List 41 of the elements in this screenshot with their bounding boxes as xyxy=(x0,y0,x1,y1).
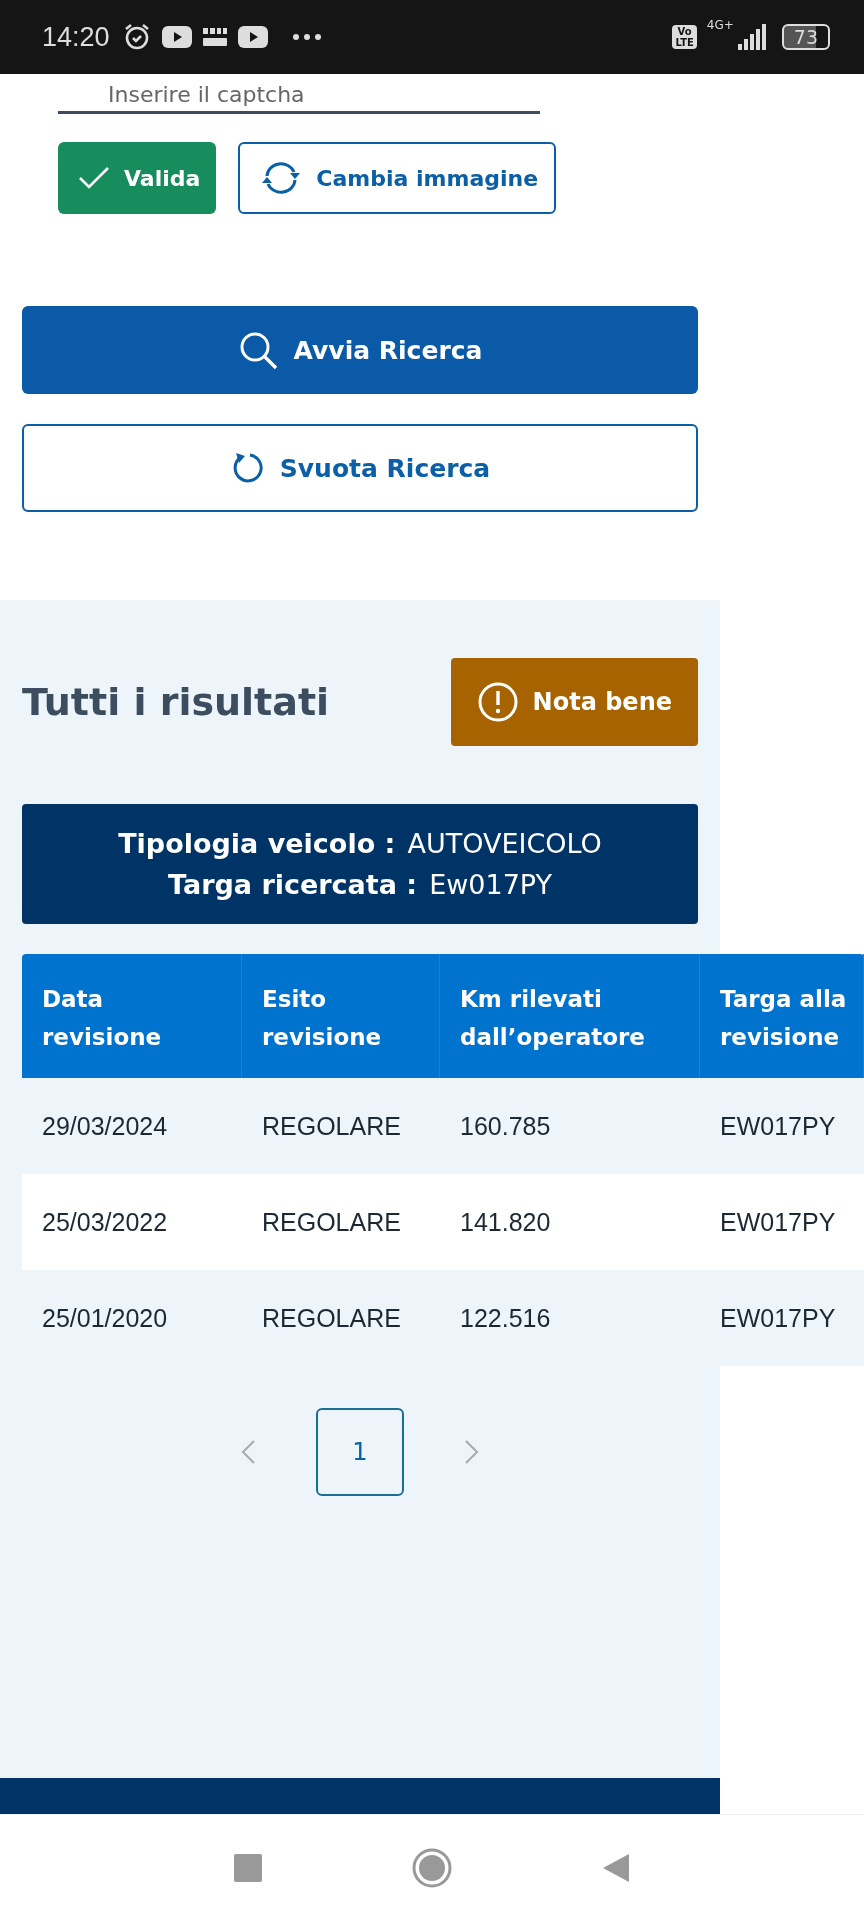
play-icon xyxy=(237,26,268,48)
captcha-field[interactable]: Inserire il captcha xyxy=(58,80,540,114)
signal-icon xyxy=(735,24,766,50)
previous-page-icon[interactable] xyxy=(240,1439,256,1465)
checkmark-icon xyxy=(78,166,110,190)
table-cell-text: EW017PY xyxy=(719,1206,837,1238)
table-cell-text: REGOLARE xyxy=(261,1302,402,1334)
battery-indicator: 73 xyxy=(781,24,830,50)
results-title: Tutti i risultati xyxy=(22,680,330,724)
refresh-icon xyxy=(260,161,303,195)
table-cell-text: 122.516 xyxy=(459,1302,552,1334)
info-value: Ew017PY xyxy=(429,869,552,900)
recent-apps-button[interactable] xyxy=(234,1853,262,1882)
table-cell-text: REGOLARE xyxy=(261,1110,402,1142)
info-value: AUTOVEICOLO xyxy=(407,828,602,859)
volte-badge: Vo LTE xyxy=(672,25,697,49)
info-label: Tipologia veicolo : xyxy=(118,828,396,859)
table-cell-text: EW017PY xyxy=(719,1302,837,1334)
reset-button[interactable]: Svuota Ricerca xyxy=(22,424,698,512)
table-cell-text: 29/03/2024 xyxy=(41,1110,169,1142)
home-button[interactable] xyxy=(412,1847,452,1888)
table-cell-text: 160.785 xyxy=(459,1110,552,1142)
search-button[interactable]: Avvia Ricerca xyxy=(22,306,698,394)
play-icon xyxy=(161,26,192,48)
table-cell-text: 25/03/2022 xyxy=(41,1206,169,1238)
app-icon xyxy=(201,26,228,48)
page-button[interactable]: 1 xyxy=(316,1408,404,1496)
back-button[interactable] xyxy=(602,1852,630,1883)
table-cell-text: EW017PY xyxy=(719,1110,837,1142)
clock: 14:20 xyxy=(42,21,110,53)
change-image-button[interactable]: Cambia immagine xyxy=(238,142,557,214)
network-type: 4G+ xyxy=(706,18,734,32)
more-icon xyxy=(291,33,322,41)
next-page-icon[interactable] xyxy=(464,1439,480,1465)
exclamation-icon xyxy=(476,681,519,723)
validate-button[interactable]: Valida xyxy=(58,142,217,214)
note-button[interactable]: Nota bene xyxy=(450,658,698,746)
info-label: Targa ricercata : xyxy=(168,869,418,900)
table-cell-text: 141.820 xyxy=(459,1206,552,1238)
table-cell-text: 25/01/2020 xyxy=(41,1302,169,1334)
table-cell-text: REGOLARE xyxy=(261,1206,402,1238)
